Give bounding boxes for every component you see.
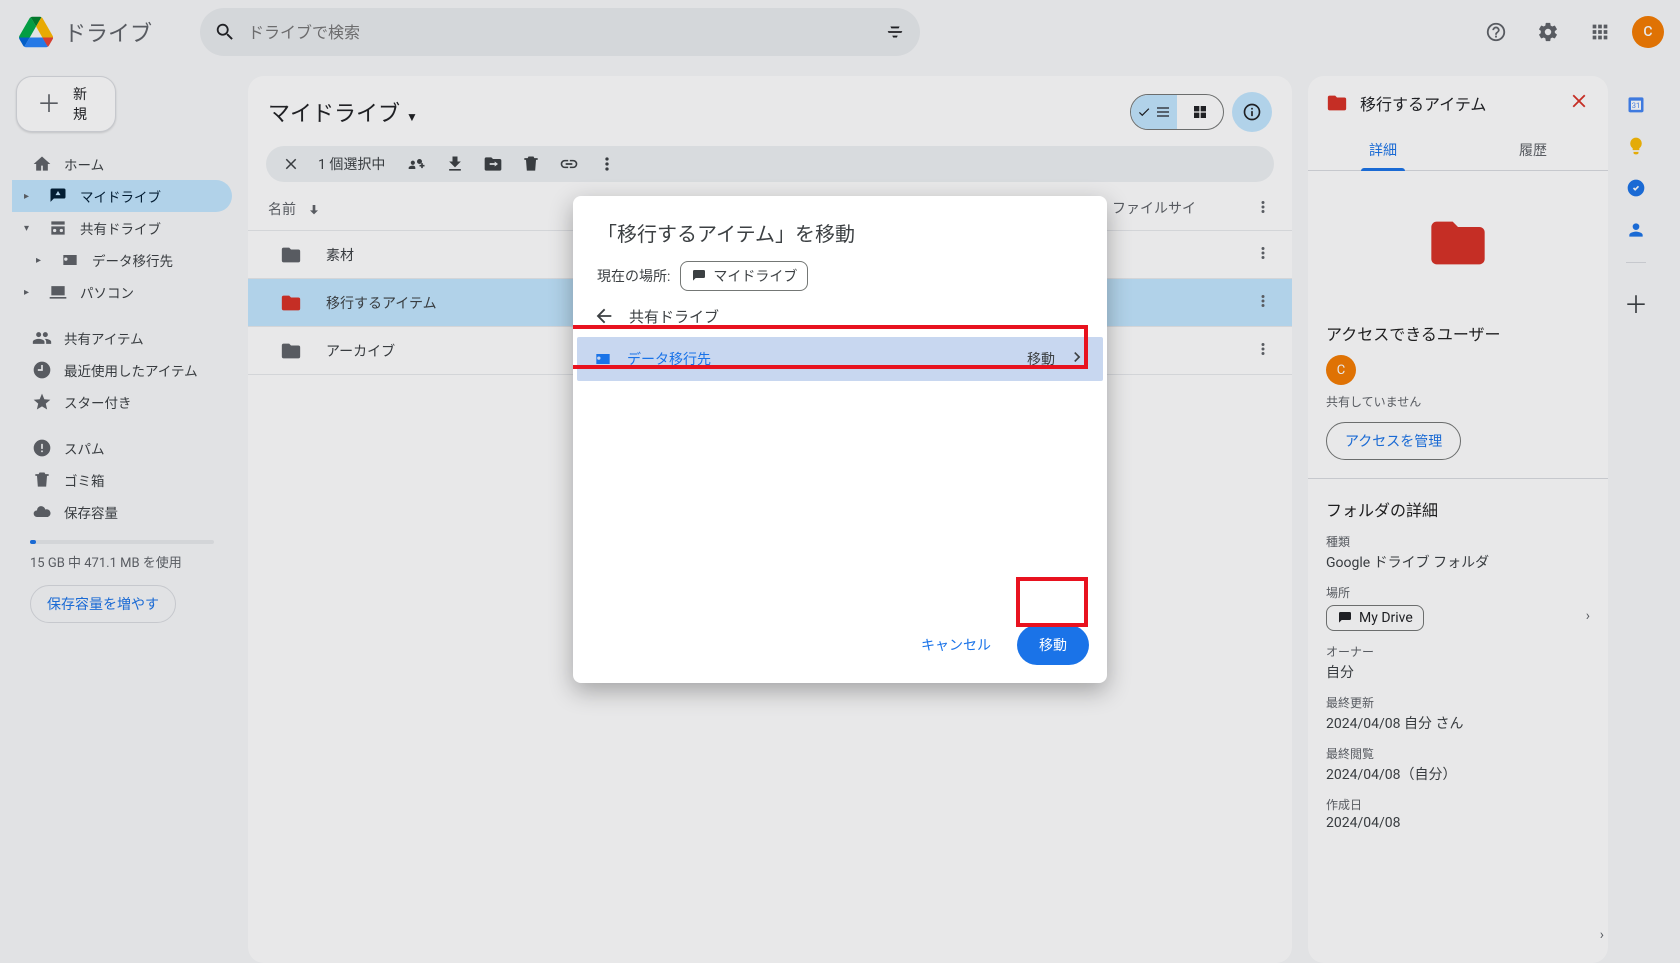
row-move-label: 移動 xyxy=(1027,349,1055,369)
destination-name: データ移行先 xyxy=(627,349,711,369)
destination-row[interactable]: データ移行先 移動 xyxy=(577,337,1103,381)
move-confirm-button[interactable]: 移動 xyxy=(1017,625,1089,665)
shared-drive-icon xyxy=(593,349,613,369)
current-location-label: 現在の場所: xyxy=(597,266,670,286)
cancel-button[interactable]: キャンセル xyxy=(907,625,1005,665)
chevron-right-icon[interactable] xyxy=(1067,347,1087,371)
modal-scrim[interactable]: 「移行するアイテム」を移動 現在の場所: マイドライブ 共有ドライブ データ移行… xyxy=(0,0,1680,963)
back-arrow-icon[interactable] xyxy=(593,305,615,327)
move-dialog: 「移行するアイテム」を移動 現在の場所: マイドライブ 共有ドライブ データ移行… xyxy=(573,196,1107,683)
dialog-breadcrumb: 共有ドライブ xyxy=(629,306,719,327)
current-location-chip[interactable]: マイドライブ xyxy=(680,261,808,291)
dialog-title: 「移行するアイテム」を移動 xyxy=(597,218,1083,247)
